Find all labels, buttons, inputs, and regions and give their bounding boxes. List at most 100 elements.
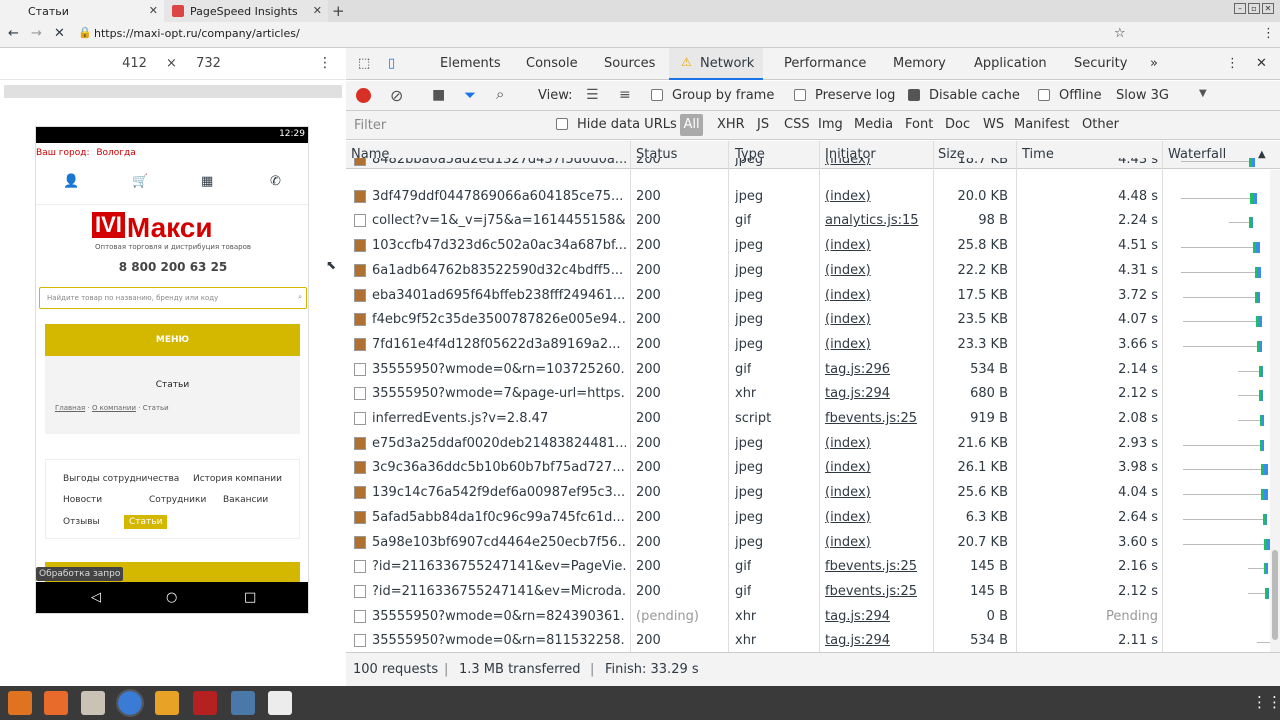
table-row[interactable]: 5a98e103bf6907cd4464e250ecb7f56... 200 jpe… [346,531,1280,556]
link-staff[interactable]: Сотрудники [149,495,206,505]
hide-data-urls-checkbox[interactable] [556,118,568,130]
filter-doc[interactable]: Doc [945,117,970,132]
preserve-log-checkbox[interactable] [794,89,806,101]
request-initiator[interactable]: (index) [825,337,871,352]
star-icon[interactable]: ☆ [1114,26,1126,41]
table-row[interactable]: eba3401ad695f64bffeb238fff249461... 200 jp… [346,284,1280,309]
more-icon[interactable]: ⋮ [318,55,332,71]
table-row[interactable]: 139c14c76a542f9def6a00987ef95c3... 200 jpe… [346,481,1280,506]
device-height[interactable]: 732 [186,56,231,71]
back-nav-icon[interactable]: ◁ [91,590,101,605]
link-vacancies[interactable]: Вакансии [223,495,268,505]
capture-screenshots-icon[interactable]: ■ [432,87,445,103]
table-row[interactable]: inferredEvents.js?v=2.8.47 200 script fbeve… [346,407,1280,432]
filter-img[interactable]: Img [818,117,843,132]
tab-console[interactable]: Console [526,56,578,71]
url-field[interactable]: https://maxi-opt.ru/company/articles/ [94,27,300,40]
filter-js[interactable]: JS [757,117,769,132]
tab-articles[interactable]: Статьи ✕ [0,0,164,22]
crumb-company[interactable]: О компании [92,404,136,412]
request-initiator[interactable]: tag.js:296 [825,362,890,377]
chrome-app-icon[interactable] [116,689,144,717]
phone-number[interactable]: 8 800 200 63 25 [36,260,308,274]
filter-icon[interactable]: ⏷ [464,86,476,104]
request-initiator[interactable]: tag.js:294 [825,609,890,624]
link-benefits[interactable]: Выгоды сотрудничества [63,474,179,484]
more-tabs-icon[interactable]: » [1150,56,1158,71]
files-app-icon[interactable] [81,691,105,715]
table-row[interactable]: 6a1adb64762b83522590d32c4bdff5... 200 jpeg… [346,259,1280,284]
filter-media[interactable]: Media [854,117,893,132]
table-row[interactable]: 35555950?wmode=0&rn=811532258... 200 xhr ta… [346,629,1280,654]
menu-icon[interactable]: ⋮ [1262,26,1275,41]
request-initiator[interactable]: (index) [825,485,871,500]
search-icon[interactable]: ⌕ [496,85,504,103]
filter-other[interactable]: Other [1082,117,1119,132]
forward-icon[interactable]: → [31,26,42,41]
request-initiator[interactable]: (index) [825,510,871,525]
table-row[interactable]: collect?v=1&_v=j75&a=1614455158&... 200 gi… [346,209,1280,234]
compare-icon[interactable]: ▦ [201,174,213,189]
tab-elements[interactable]: Elements [440,56,501,71]
request-initiator[interactable]: tag.js:294 [825,633,890,648]
search-input[interactable]: Найдите товар по названию, бренду или ко… [39,287,307,309]
tab-security[interactable]: Security [1074,56,1127,71]
table-row[interactable]: ?id=2116336755247141&ev=PageVie... 200 gif… [346,555,1280,580]
request-initiator[interactable]: (index) [825,535,871,550]
request-initiator[interactable]: (index) [825,189,871,204]
device-width[interactable]: 412 [112,56,157,71]
table-row[interactable]: 5afad5abb84da1f0c96c99a745fc61d... 200 jpe… [346,506,1280,531]
filter-font[interactable]: Font [905,117,933,132]
link-reviews[interactable]: Отзывы [63,517,100,527]
device-toggle-icon[interactable]: ▯ [388,56,395,71]
filter-manifest[interactable]: Manifest [1014,117,1069,132]
user-icon[interactable]: 👤 [63,174,79,189]
link-news[interactable]: Новости [63,495,102,505]
chevron-down-icon[interactable]: ▼ [1199,88,1207,99]
store-app-icon[interactable] [44,691,68,715]
table-row[interactable]: 35555950?wmode=0&rn=103725260... 200 gif ta… [346,358,1280,383]
devtools-close-icon[interactable]: ✕ [1256,56,1267,71]
phone-icon[interactable]: ✆ [270,174,281,189]
request-initiator[interactable]: fbevents.js:25 [825,559,917,574]
table-row[interactable]: 35555950?wmode=7&page-url=https... 200 xhr… [346,382,1280,407]
app-grid-icon[interactable]: ⋮⋮ [1252,693,1280,711]
table-row[interactable]: 3c9c36a36ddc5b10b60b7bf75ad727... 200 jpeg… [346,456,1280,481]
tab-pagespeed[interactable]: PageSpeed Insights ✕ [164,0,328,22]
filter-ws[interactable]: WS [983,117,1004,132]
request-initiator[interactable]: (index) [825,263,871,278]
crumb-home[interactable]: Главная [55,404,85,412]
request-initiator[interactable]: (index) [825,288,871,303]
table-row[interactable]: 7fd161e4f4d128f05622d3a89169a2... 200 jpeg… [346,333,1280,358]
clear-icon[interactable]: ⊘ [390,86,403,105]
record-icon[interactable] [356,88,371,103]
filter-all[interactable]: All [680,114,703,136]
link-history[interactable]: История компании [193,474,282,484]
restore-icon[interactable]: ▫ [1248,3,1260,14]
large-rows-icon[interactable]: ☰ [586,87,599,103]
close-window-icon[interactable]: ✕ [1262,3,1274,14]
close-icon[interactable]: ✕ [149,4,158,17]
sublime-app-icon[interactable] [155,691,179,715]
table-row[interactable]: e75d3a25ddaf0020deb21483824481... 200 jpeg… [346,432,1280,457]
tab-performance[interactable]: Performance [784,56,866,71]
new-tab-button[interactable]: + [332,2,345,20]
request-initiator[interactable]: fbevents.js:25 [825,411,917,426]
search-icon[interactable]: ⌕ [298,293,302,302]
overview-icon[interactable]: ≡ [619,87,631,103]
filter-input[interactable]: Filter [354,118,386,133]
request-initiator[interactable]: analytics.js:15 [825,213,919,228]
city-selector[interactable]: Ваш город: Вологда [36,148,136,158]
offline-checkbox[interactable] [1038,89,1050,101]
table-row[interactable]: 35555950?wmode=0&rn=824390361... (pending… [346,605,1280,630]
request-initiator[interactable]: (index) [825,436,871,451]
settings-app-icon[interactable] [8,691,32,715]
logo[interactable]: ІVІ Макси [92,212,213,244]
group-by-frame-checkbox[interactable] [651,89,663,101]
menu-button[interactable]: МЕНЮ [45,324,300,356]
tab-memory[interactable]: Memory [893,56,946,71]
disable-cache-checkbox[interactable] [908,89,920,101]
throttle-select[interactable]: Slow 3G [1116,88,1169,103]
stop-icon[interactable]: ✕ [54,26,65,41]
table-row[interactable]: f4ebc9f52c35de3500787826e005e94... 200 jpe… [346,308,1280,333]
